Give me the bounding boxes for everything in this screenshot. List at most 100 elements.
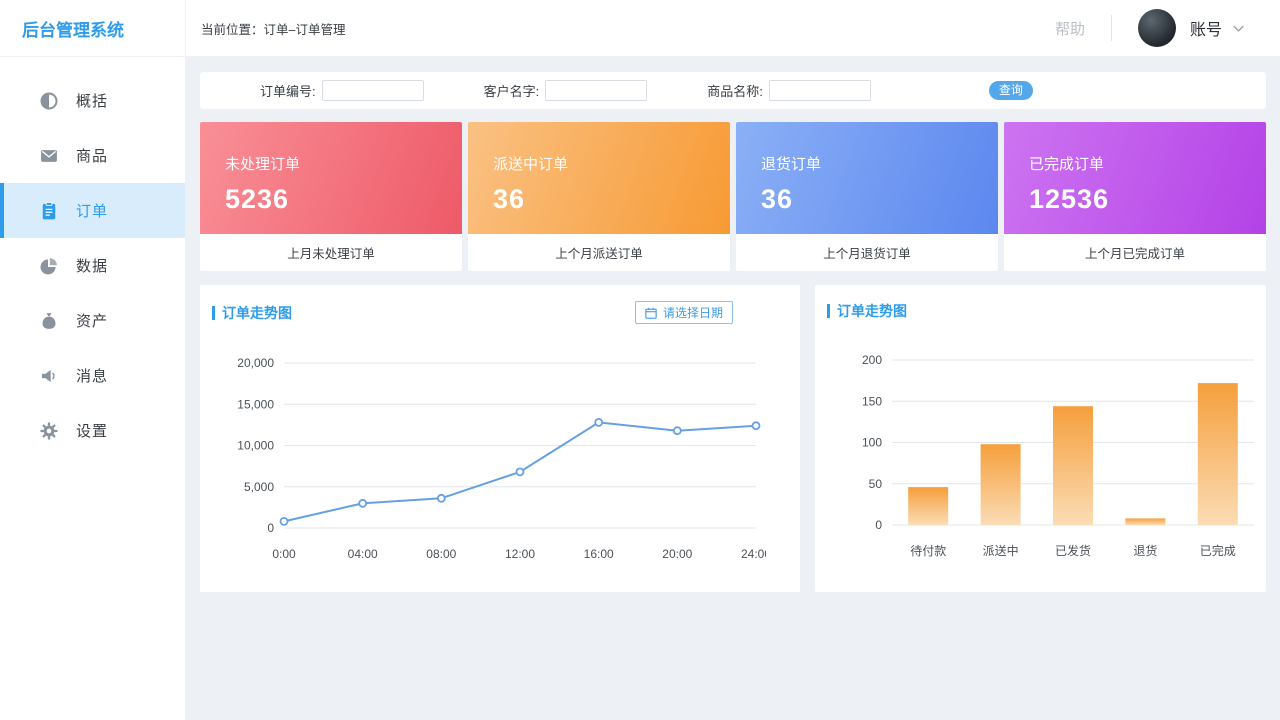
svg-text:100: 100 — [862, 436, 882, 450]
sidebar-item-label: 数据 — [76, 255, 108, 276]
stat-card-footer: 上个月已完成订单 — [1004, 234, 1266, 271]
main-content: 订单编号: 客户名字: 商品名称: 查询 未处理订单 5236 上月未处理订单 … — [185, 57, 1280, 720]
sidebar-item-overview[interactable]: 概括 — [0, 73, 185, 128]
svg-text:已发货: 已发货 — [1055, 543, 1091, 558]
app-logo: 后台管理系统 — [0, 16, 185, 41]
sidebar-item-assets[interactable]: 资产 — [0, 293, 185, 348]
order-trend-line-chart: 0 5,000 10,000 15,000 20,000 0:00 04:00 08:00 12… — [206, 338, 766, 568]
sidebar-item-orders[interactable]: 订单 — [0, 183, 185, 238]
svg-text:待付款: 待付款 — [910, 544, 946, 558]
title-accent-bar — [212, 306, 215, 320]
svg-text:0: 0 — [267, 521, 274, 535]
svg-text:50: 50 — [869, 477, 883, 491]
products-icon — [39, 146, 59, 166]
svg-text:24:00: 24:00 — [741, 547, 766, 561]
sidebar-item-settings[interactable]: 设置 — [0, 403, 185, 458]
sidebar-item-messages[interactable]: 消息 — [0, 348, 185, 403]
order-number-input[interactable] — [322, 80, 424, 101]
settings-icon — [39, 421, 59, 441]
account-menu[interactable]: 账号 — [1190, 16, 1246, 40]
sidebar: 概括 商品 订单 数据 资产 消息 设置 — [0, 57, 185, 720]
sidebar-item-label: 设置 — [76, 420, 108, 441]
panel-title: 订单走势图 — [212, 303, 292, 323]
order-number-label: 订单编号: — [260, 81, 316, 100]
product-name-input[interactable] — [769, 80, 871, 101]
stat-card-completed: 已完成订单 12536 上个月已完成订单 — [1004, 122, 1266, 271]
calendar-icon — [645, 307, 657, 319]
stat-card-value: 12536 — [1029, 184, 1266, 215]
svg-text:150: 150 — [862, 394, 882, 408]
stat-card-title: 派送中订单 — [493, 153, 730, 174]
panel-header: 订单走势图 请选择日期 — [200, 285, 800, 324]
svg-text:16:00: 16:00 — [584, 547, 614, 561]
sidebar-item-label: 消息 — [76, 365, 108, 386]
stat-card-title: 未处理订单 — [225, 153, 462, 174]
header-right-divider — [1111, 15, 1112, 41]
title-accent-bar — [827, 304, 830, 318]
svg-text:0: 0 — [875, 518, 882, 532]
stat-card-returns: 退货订单 36 上个月退货订单 — [736, 122, 998, 271]
svg-text:15,000: 15,000 — [237, 397, 274, 411]
stat-card-header: 退货订单 36 — [736, 122, 998, 234]
sidebar-item-data[interactable]: 数据 — [0, 238, 185, 293]
stat-card-header: 已完成订单 12536 — [1004, 122, 1266, 234]
stat-cards-row: 未处理订单 5236 上月未处理订单 派送中订单 36 上个月派送订单 退货订单… — [200, 122, 1266, 271]
sidebar-item-products[interactable]: 商品 — [0, 128, 185, 183]
header-divider — [185, 0, 186, 57]
overview-icon — [39, 91, 59, 111]
stat-card-title: 已完成订单 — [1029, 153, 1266, 174]
charts-row: 订单走势图 请选择日期 0 5,000 10,000 15,000 20,000 0:00… — [200, 285, 1266, 592]
svg-text:10,000: 10,000 — [237, 439, 274, 453]
panel-header: 订单走势图 — [815, 285, 1266, 321]
stat-card-footer: 上月未处理订单 — [200, 234, 462, 271]
order-number-field: 订单编号: — [260, 80, 424, 101]
orders-icon — [39, 201, 59, 221]
avatar[interactable] — [1138, 9, 1176, 47]
date-picker-label: 请选择日期 — [663, 304, 723, 321]
svg-text:20:00: 20:00 — [662, 547, 692, 561]
top-header: 后台管理系统 当前位置：订单–订单管理 帮助 账号 — [0, 0, 1280, 57]
panel-title-text: 订单走势图 — [837, 301, 907, 321]
product-name-field: 商品名称: — [707, 80, 871, 101]
svg-text:已完成: 已完成 — [1200, 543, 1236, 558]
svg-text:0:00: 0:00 — [272, 547, 296, 561]
product-name-label: 商品名称: — [707, 81, 763, 100]
assets-icon — [39, 311, 59, 331]
stat-card-footer: 上个月退货订单 — [736, 234, 998, 271]
sidebar-item-label: 订单 — [76, 200, 108, 221]
breadcrumb: 当前位置：订单–订单管理 — [201, 19, 345, 38]
search-panel: 订单编号: 客户名字: 商品名称: 查询 — [200, 72, 1266, 109]
svg-text:08:00: 08:00 — [426, 547, 456, 561]
order-trend-bar-chart: 050100150200待付款派送中已发货退货已完成 — [817, 335, 1262, 565]
stat-card-header: 未处理订单 5236 — [200, 122, 462, 234]
order-trend-line-panel: 订单走势图 请选择日期 0 5,000 10,000 15,000 20,000 0:00… — [200, 285, 800, 592]
svg-text:04:00: 04:00 — [348, 547, 378, 561]
customer-name-input[interactable] — [545, 80, 647, 101]
sidebar-item-label: 资产 — [76, 310, 108, 331]
stat-card-value: 36 — [493, 184, 730, 215]
date-picker-button[interactable]: 请选择日期 — [635, 301, 733, 324]
query-button[interactable]: 查询 — [989, 81, 1033, 100]
stat-card-header: 派送中订单 36 — [468, 122, 730, 234]
help-link[interactable]: 帮助 — [1055, 18, 1085, 39]
customer-name-label: 客户名字: — [484, 81, 540, 100]
sidebar-item-label: 概括 — [76, 90, 108, 111]
messages-icon — [39, 366, 59, 386]
customer-name-field: 客户名字: — [484, 80, 648, 101]
order-trend-bar-panel: 订单走势图 050100150200待付款派送中已发货退货已完成 — [815, 285, 1266, 592]
stat-card-unprocessed: 未处理订单 5236 上月未处理订单 — [200, 122, 462, 271]
svg-text:12:00: 12:00 — [505, 547, 535, 561]
stat-card-value: 5236 — [225, 184, 462, 215]
svg-text:5,000: 5,000 — [244, 480, 274, 494]
panel-title-text: 订单走势图 — [222, 303, 292, 323]
stat-card-delivering: 派送中订单 36 上个月派送订单 — [468, 122, 730, 271]
svg-text:20,000: 20,000 — [237, 356, 274, 370]
account-label: 账号 — [1190, 16, 1222, 40]
stat-card-value: 36 — [761, 184, 998, 215]
sidebar-item-label: 商品 — [76, 145, 108, 166]
stat-card-footer: 上个月派送订单 — [468, 234, 730, 271]
chevron-down-icon — [1231, 21, 1246, 36]
stat-card-title: 退货订单 — [761, 153, 998, 174]
svg-text:200: 200 — [862, 353, 882, 367]
data-icon — [39, 256, 59, 276]
